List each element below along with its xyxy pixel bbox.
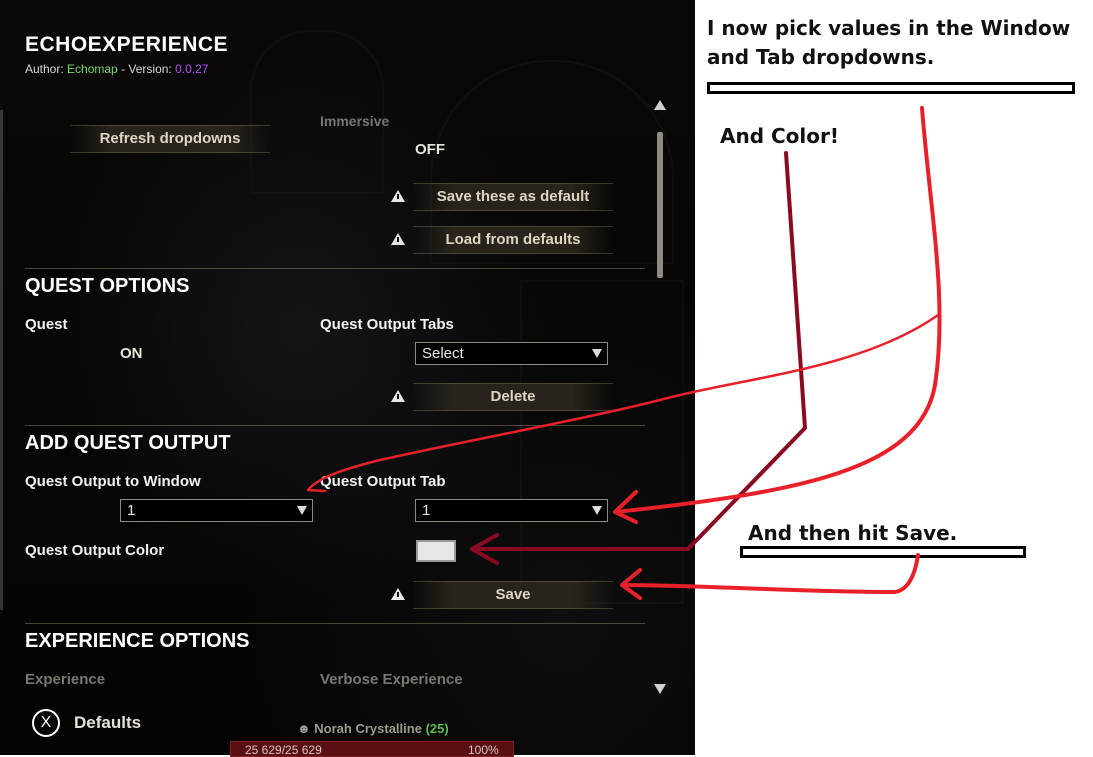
annotation-arrows [306, 106, 942, 600]
arrow-to-color-swatch [470, 151, 807, 565]
arrow-to-save-button [620, 553, 920, 600]
arrow-to-tab-dropdown [613, 106, 942, 524]
arrow-to-window-dropdown [306, 313, 940, 493]
